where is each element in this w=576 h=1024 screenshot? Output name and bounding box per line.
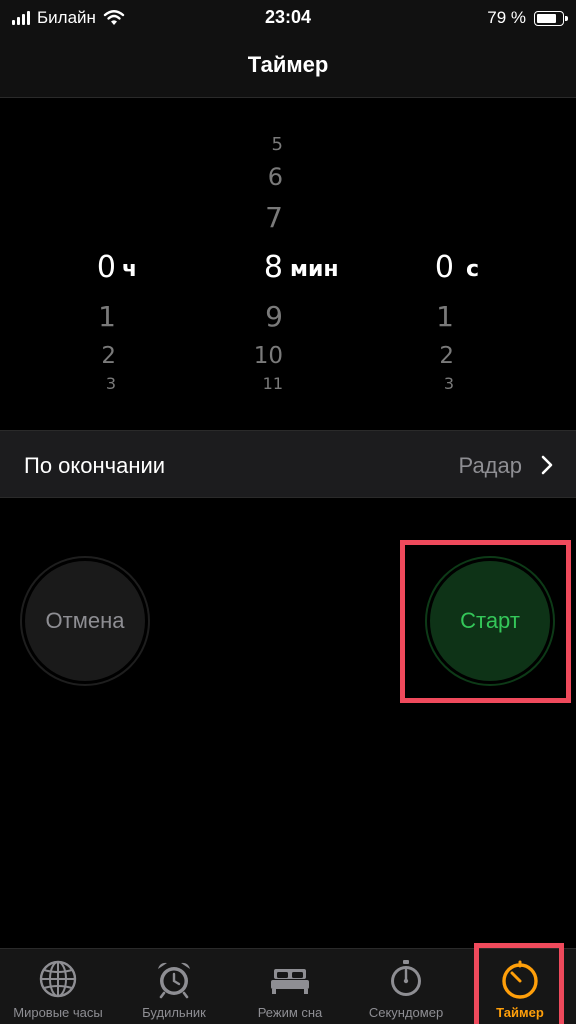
when-timer-ends-label: По окончании (24, 453, 166, 478)
battery-icon (534, 10, 568, 26)
tab-label: Режим сна (257, 1005, 323, 1020)
globe-icon (36, 957, 80, 1001)
ringtone-value: Радар (458, 453, 523, 478)
seconds-option[interactable]: 3 (408, 375, 454, 392)
minutes-selected[interactable]: 8 (230, 250, 283, 285)
seconds-option[interactable]: 2 (408, 343, 454, 369)
bed-icon (268, 957, 312, 1001)
tab-label: Будильник (142, 1005, 206, 1020)
alarm-clock-icon (152, 957, 196, 1001)
hours-option[interactable]: 2 (70, 343, 116, 369)
minutes-option[interactable]: 10 (230, 343, 283, 369)
time-picker[interactable]: 0 ч 1 2 3 5 6 7 8 мин 9 10 11 0 с 1 2 3 (0, 99, 576, 429)
timer-tab-highlight (474, 943, 564, 1024)
tab-label: Секундомер (368, 1005, 444, 1020)
tab-stopwatch[interactable]: Секундомер (348, 949, 464, 1024)
cancel-button[interactable]: Отмена (20, 556, 150, 686)
minutes-option[interactable]: 5 (230, 135, 283, 155)
battery-percent: 79 % (487, 8, 526, 27)
seconds-selected[interactable]: 0 (408, 250, 454, 285)
battery-fill (537, 13, 556, 23)
minutes-unit-label: мин (290, 257, 339, 282)
cancel-button-label: Отмена (25, 561, 145, 681)
stopwatch-icon (384, 957, 428, 1001)
minutes-option[interactable]: 7 (230, 201, 283, 234)
hours-unit-label: ч (122, 257, 138, 282)
tab-world-clock[interactable]: Мировые часы (0, 949, 116, 1024)
when-timer-ends-row[interactable]: По окончании Радар (0, 430, 576, 498)
status-right: 79 % (487, 7, 568, 29)
hours-selected[interactable]: 0 (70, 250, 116, 285)
minutes-option[interactable]: 6 (230, 163, 283, 191)
nav-bar: Таймер (0, 36, 576, 98)
tab-label: Мировые часы (13, 1005, 103, 1020)
chevron-right-icon (540, 454, 554, 481)
tab-bedtime[interactable]: Режим сна (232, 949, 348, 1024)
minutes-option[interactable]: 9 (230, 300, 283, 333)
page-title: Таймер (247, 52, 329, 77)
status-bar: Билайн 23:04 79 % (0, 0, 576, 36)
tab-alarm[interactable]: Будильник (116, 949, 232, 1024)
minutes-option[interactable]: 11 (230, 375, 283, 392)
seconds-option[interactable]: 1 (408, 300, 454, 333)
start-button-highlight (400, 540, 571, 703)
hours-option[interactable]: 3 (70, 375, 116, 392)
seconds-unit-label: с (466, 257, 480, 282)
tab-bar: Мировые часы Будильник Режим сна Секундо… (0, 943, 576, 1024)
hours-option[interactable]: 1 (70, 300, 116, 333)
